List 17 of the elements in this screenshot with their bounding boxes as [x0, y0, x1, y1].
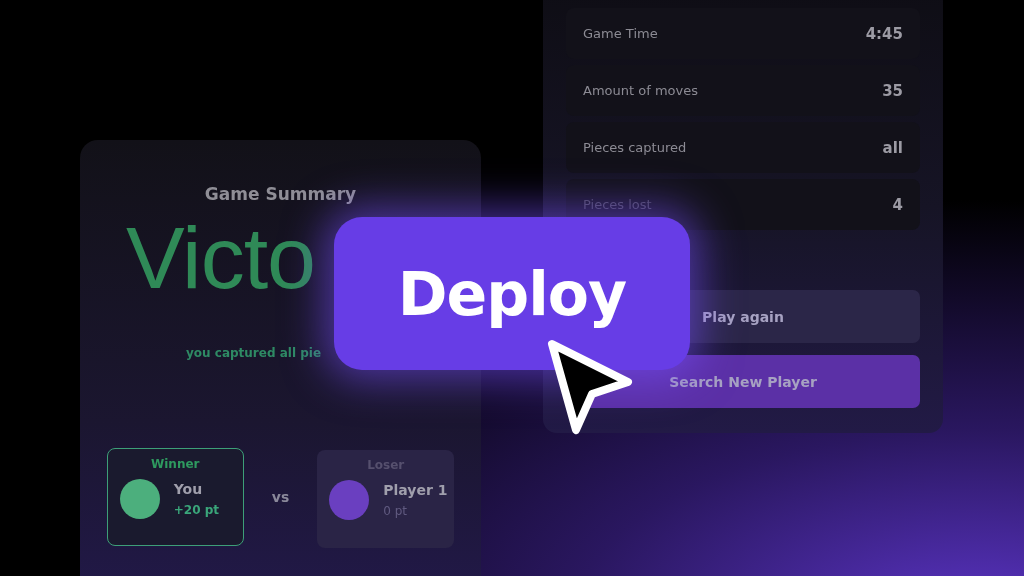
stat-label: Game Time — [583, 26, 658, 41]
result-heading: Victo — [126, 214, 316, 302]
summary-title: Game Summary — [204, 184, 357, 204]
player-name: Player 1 — [383, 482, 448, 498]
stat-value: 35 — [882, 81, 903, 100]
player-name: You — [173, 481, 204, 497]
versus-label: vs — [271, 489, 290, 505]
result-subtitle: you captured all pie — [186, 346, 322, 360]
player-points: 0 pt — [383, 504, 408, 518]
player-points: +20 pt — [173, 503, 220, 517]
deploy-button[interactable]: Deploy — [334, 217, 690, 370]
stat-label: Amount of moves — [583, 83, 698, 98]
stat-value: 4 — [892, 195, 903, 214]
stat-label: Pieces captured — [583, 140, 687, 155]
player-role: Winner — [151, 457, 200, 471]
stat-value: 4:45 — [865, 24, 903, 43]
stat-value: all — [882, 138, 903, 157]
